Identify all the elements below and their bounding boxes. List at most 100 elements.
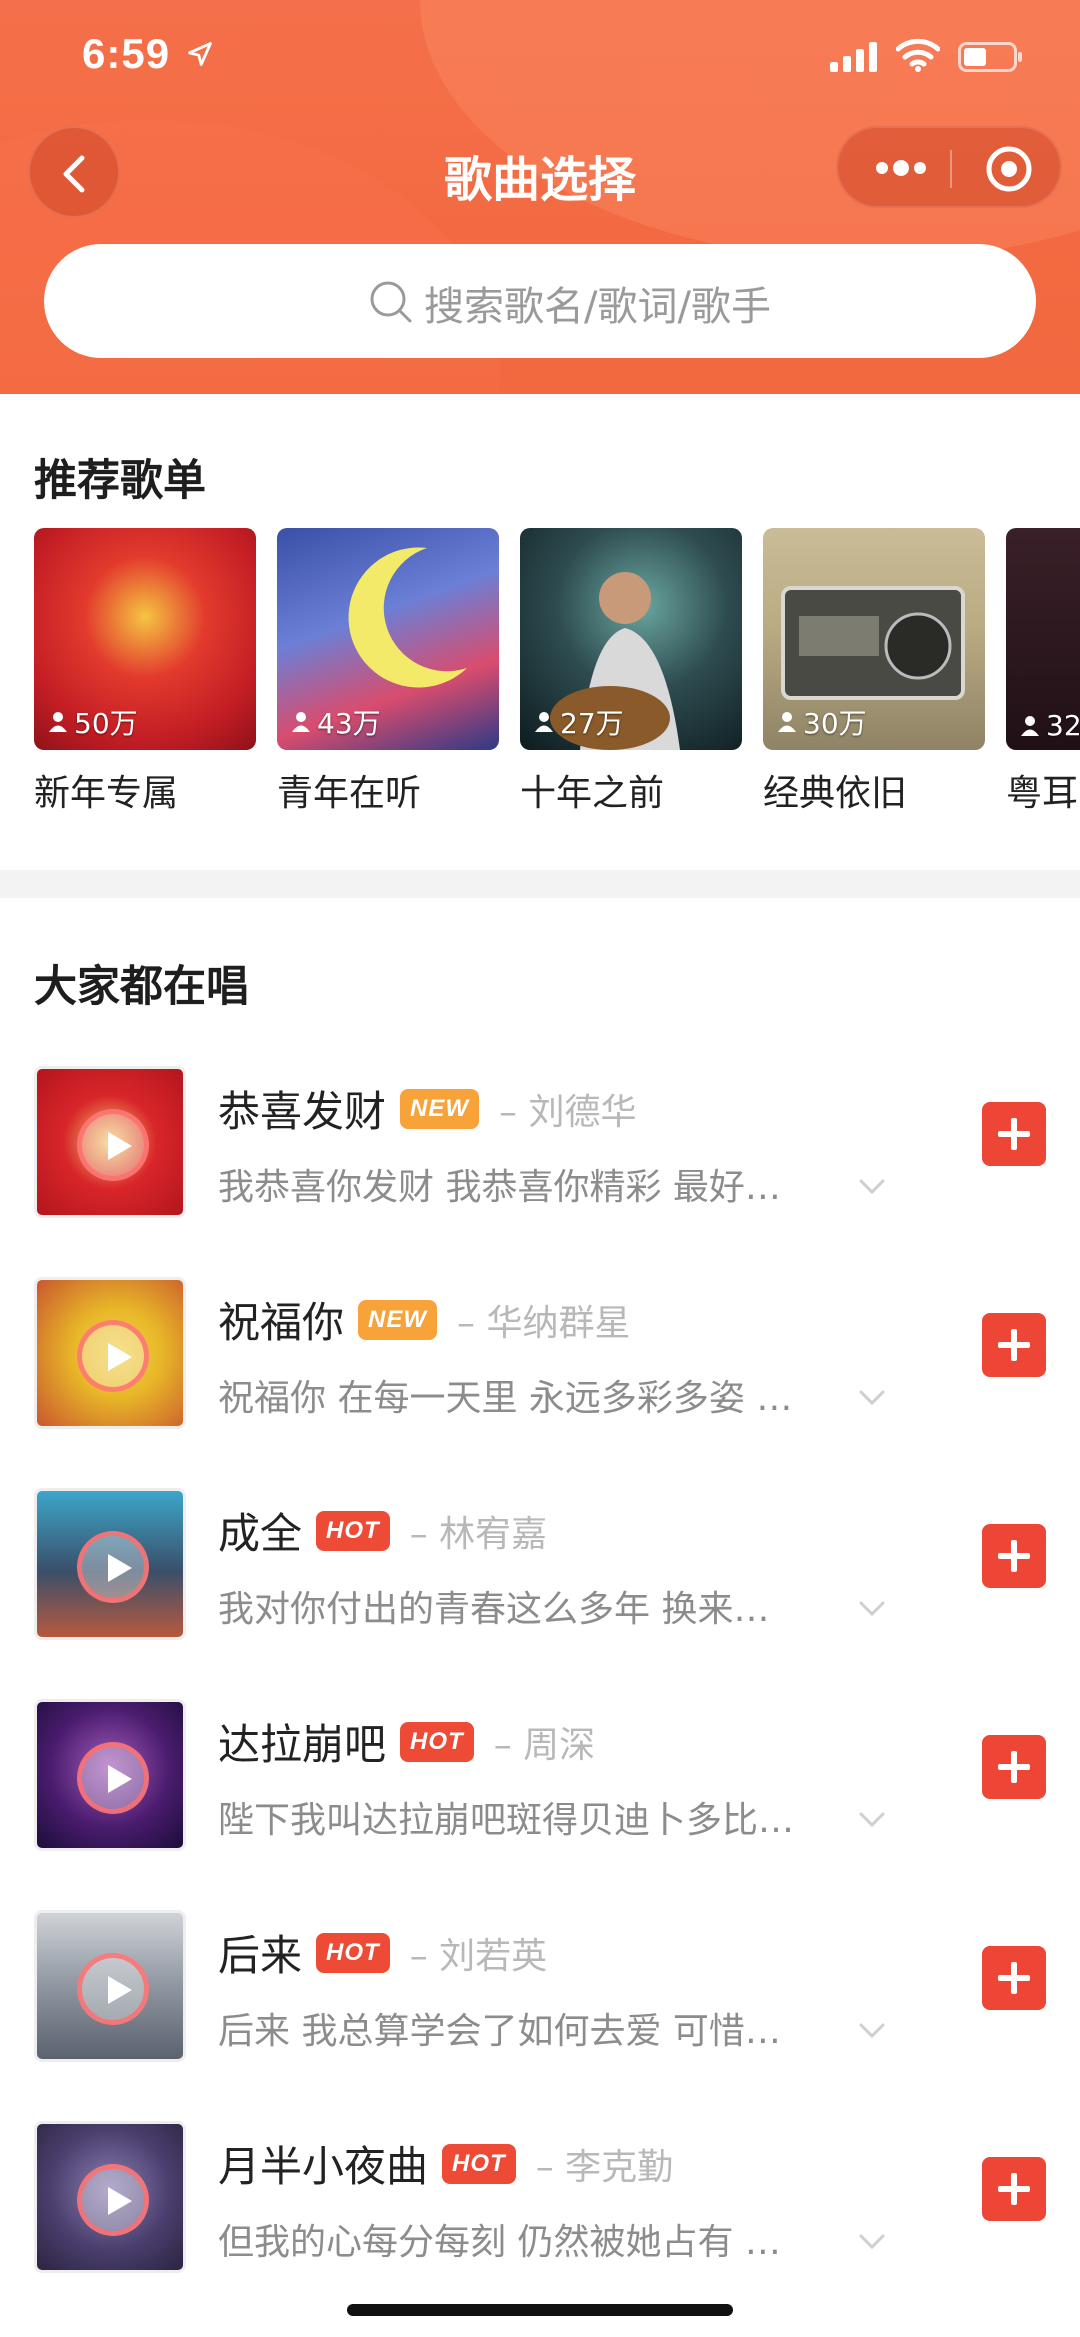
playlist-name: 经典依旧 xyxy=(763,773,908,814)
playlist-card[interactable]: 27万 十年之前 xyxy=(520,528,742,816)
playlist-carousel[interactable]: 50万 新年专属 43万 青年在听 27万 十年之前 30万 经典依旧 32 粤… xyxy=(34,528,1080,828)
chevron-down-icon[interactable] xyxy=(858,2233,886,2251)
new-badge: NEW xyxy=(358,1299,438,1340)
hot-badge: HOT xyxy=(400,1721,474,1762)
play-button[interactable] xyxy=(77,1531,149,1603)
song-artist: – 刘若英 xyxy=(409,1935,548,1977)
playlist-name: 十年之前 xyxy=(520,773,665,814)
listener-count-text: 50万 xyxy=(74,707,138,740)
close-target-icon[interactable] xyxy=(984,144,1034,194)
search-placeholder: 搜索歌名/歌词/歌手 xyxy=(424,284,771,330)
song-cover[interactable] xyxy=(34,2121,186,2273)
new-badge: NEW xyxy=(400,1088,480,1129)
play-icon xyxy=(108,1343,132,1371)
more-icon[interactable] xyxy=(874,156,928,180)
song-title: 恭喜发财 xyxy=(218,1087,387,1136)
chevron-down-icon[interactable] xyxy=(858,1811,886,1829)
play-button[interactable] xyxy=(77,1320,149,1392)
person-icon xyxy=(535,712,553,732)
song-cover[interactable] xyxy=(34,1910,186,2062)
section-divider xyxy=(0,870,1080,898)
play-icon xyxy=(108,1765,132,1793)
play-button[interactable] xyxy=(77,2164,149,2236)
add-song-button[interactable] xyxy=(982,1946,1046,2010)
playlist-cover: 30万 xyxy=(763,528,985,750)
hot-badge: HOT xyxy=(316,1932,390,1973)
playlist-cover: 27万 xyxy=(520,528,742,750)
listener-count: 50万 xyxy=(48,702,138,742)
playlist-card[interactable]: 43万 青年在听 xyxy=(277,528,499,816)
song-cover[interactable] xyxy=(34,1066,186,1218)
listener-count: 30万 xyxy=(777,702,867,742)
popular-section-title: 大家都在唱 xyxy=(34,962,249,1012)
plus-icon xyxy=(998,2173,1030,2205)
song-title-line: 后来 HOT – 刘若英 xyxy=(218,1922,547,1983)
song-row[interactable]: 成全 HOT – 林宥嘉 我对你付出的青春这么多年 换来… xyxy=(0,1488,1080,1699)
hot-badge: HOT xyxy=(316,1510,390,1551)
person-icon xyxy=(292,712,310,732)
home-indicator[interactable] xyxy=(347,2304,733,2316)
play-icon xyxy=(108,1554,132,1582)
playlist-name: 粤耳 xyxy=(1006,773,1079,814)
plus-icon xyxy=(998,1751,1030,1783)
song-lyric: 我对你付出的青春这么多年 换来… xyxy=(218,1589,770,1630)
person-icon xyxy=(778,712,796,732)
playlist-card[interactable]: 30万 经典依旧 xyxy=(763,528,985,816)
add-song-button[interactable] xyxy=(982,1313,1046,1377)
song-cover[interactable] xyxy=(34,1699,186,1851)
play-icon xyxy=(108,1132,132,1160)
song-artist: – 周深 xyxy=(493,1724,596,1766)
add-song-button[interactable] xyxy=(982,1524,1046,1588)
plus-icon xyxy=(998,1962,1030,1994)
playlist-card[interactable]: 32 粤耳 xyxy=(1006,528,1080,816)
listener-count: 32 xyxy=(1020,709,1080,742)
add-song-button[interactable] xyxy=(982,1102,1046,1166)
chevron-down-icon[interactable] xyxy=(858,1600,886,1618)
mini-program-capsule xyxy=(836,126,1062,208)
song-title: 达拉崩吧 xyxy=(218,1720,387,1769)
song-row[interactable]: 祝福你 NEW – 华纳群星 祝福你 在每一天里 永远多彩多姿 … xyxy=(0,1277,1080,1488)
song-row[interactable]: 达拉崩吧 HOT – 周深 陛下我叫达拉崩吧斑得贝迪卜多比… xyxy=(0,1699,1080,1910)
play-button[interactable] xyxy=(77,1953,149,2025)
chevron-down-icon[interactable] xyxy=(858,1178,886,1196)
song-cover[interactable] xyxy=(34,1488,186,1640)
song-title: 成全 xyxy=(218,1509,303,1558)
song-row[interactable]: 月半小夜曲 HOT – 李克勤 但我的心每分每刻 仍然被她占有 … xyxy=(0,2121,1080,2332)
play-button[interactable] xyxy=(77,1109,149,1181)
search-input[interactable]: 搜索歌名/歌词/歌手 xyxy=(44,244,1036,358)
plus-icon xyxy=(998,1540,1030,1572)
song-artist: – 林宥嘉 xyxy=(409,1513,548,1555)
listener-count: 43万 xyxy=(291,702,381,742)
add-song-button[interactable] xyxy=(982,2157,1046,2221)
plus-icon xyxy=(998,1329,1030,1361)
song-title-line: 祝福你 NEW – 华纳群星 xyxy=(218,1289,630,1350)
song-row[interactable]: 后来 HOT – 刘若英 后来 我总算学会了如何去爱 可惜… xyxy=(0,1910,1080,2121)
recommended-section-title: 推荐歌单 xyxy=(34,456,206,506)
add-song-button[interactable] xyxy=(982,1735,1046,1799)
play-button[interactable] xyxy=(77,1742,149,1814)
cellular-signal-icon xyxy=(830,42,877,72)
playlist-name: 新年专属 xyxy=(34,773,179,814)
play-icon xyxy=(108,1976,132,2004)
song-lyric: 祝福你 在每一天里 永远多彩多姿 … xyxy=(218,1378,793,1419)
hot-badge: HOT xyxy=(442,2143,516,2184)
song-title-line: 成全 HOT – 林宥嘉 xyxy=(218,1500,547,1561)
song-row[interactable]: 恭喜发财 NEW – 刘德华 我恭喜你发财 我恭喜你精彩 最好… xyxy=(0,1066,1080,1277)
playlist-cover: 32 xyxy=(1006,528,1080,750)
location-arrow-icon xyxy=(188,42,212,66)
header: 6:59 歌曲选择 搜索歌名/歌词/歌手 xyxy=(0,0,1080,394)
song-title-line: 达拉崩吧 HOT – 周深 xyxy=(218,1711,595,1772)
song-title: 祝福你 xyxy=(218,1298,345,1347)
song-artist: – 李克勤 xyxy=(535,2146,674,2188)
song-artist: – 华纳群星 xyxy=(457,1302,631,1344)
playlist-card[interactable]: 50万 新年专属 xyxy=(34,528,256,816)
listener-count-text: 30万 xyxy=(803,707,867,740)
listener-count-text: 43万 xyxy=(317,707,381,740)
search-icon xyxy=(370,281,412,323)
play-icon xyxy=(108,2187,132,2215)
song-cover[interactable] xyxy=(34,1277,186,1429)
chevron-down-icon[interactable] xyxy=(858,2022,886,2040)
chevron-down-icon[interactable] xyxy=(858,1389,886,1407)
song-title: 月半小夜曲 xyxy=(218,2142,429,2191)
capsule-divider xyxy=(950,150,952,188)
